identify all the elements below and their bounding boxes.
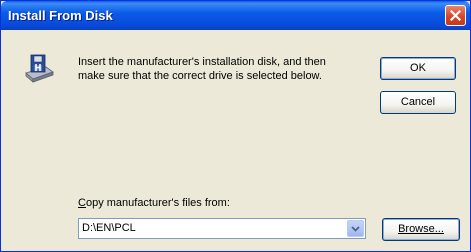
copy-label-accesskey: C bbox=[78, 197, 86, 209]
browse-label: Browse... bbox=[398, 223, 444, 235]
ok-button[interactable]: OK bbox=[380, 57, 456, 80]
instruction-line-2: make sure that the correct drive is sele… bbox=[78, 70, 322, 82]
chevron-down-icon bbox=[351, 225, 360, 232]
cancel-button[interactable]: Cancel bbox=[380, 91, 456, 114]
browse-button[interactable]: Browse... bbox=[382, 218, 460, 241]
instruction-text: Insert the manufacturer's installation d… bbox=[78, 55, 363, 83]
dropdown-button[interactable] bbox=[347, 220, 364, 237]
install-from-disk-dialog: Install From Disk Insert the manufacture… bbox=[0, 0, 471, 252]
close-button[interactable] bbox=[445, 5, 466, 26]
instruction-line-1: Insert the manufacturer's installation d… bbox=[78, 56, 326, 68]
source-path-combobox[interactable]: D:\EN\PCL bbox=[78, 218, 366, 239]
window-title: Install From Disk bbox=[8, 8, 113, 23]
copy-files-label: Copy manufacturer's files from: bbox=[78, 197, 230, 209]
title-bar[interactable]: Install From Disk bbox=[1, 1, 470, 30]
copy-label-text: opy manufacturer's files from: bbox=[85, 197, 230, 209]
source-path-value: D:\EN\PCL bbox=[82, 222, 136, 234]
install-disk-icon bbox=[25, 54, 54, 83]
close-icon bbox=[450, 10, 461, 21]
